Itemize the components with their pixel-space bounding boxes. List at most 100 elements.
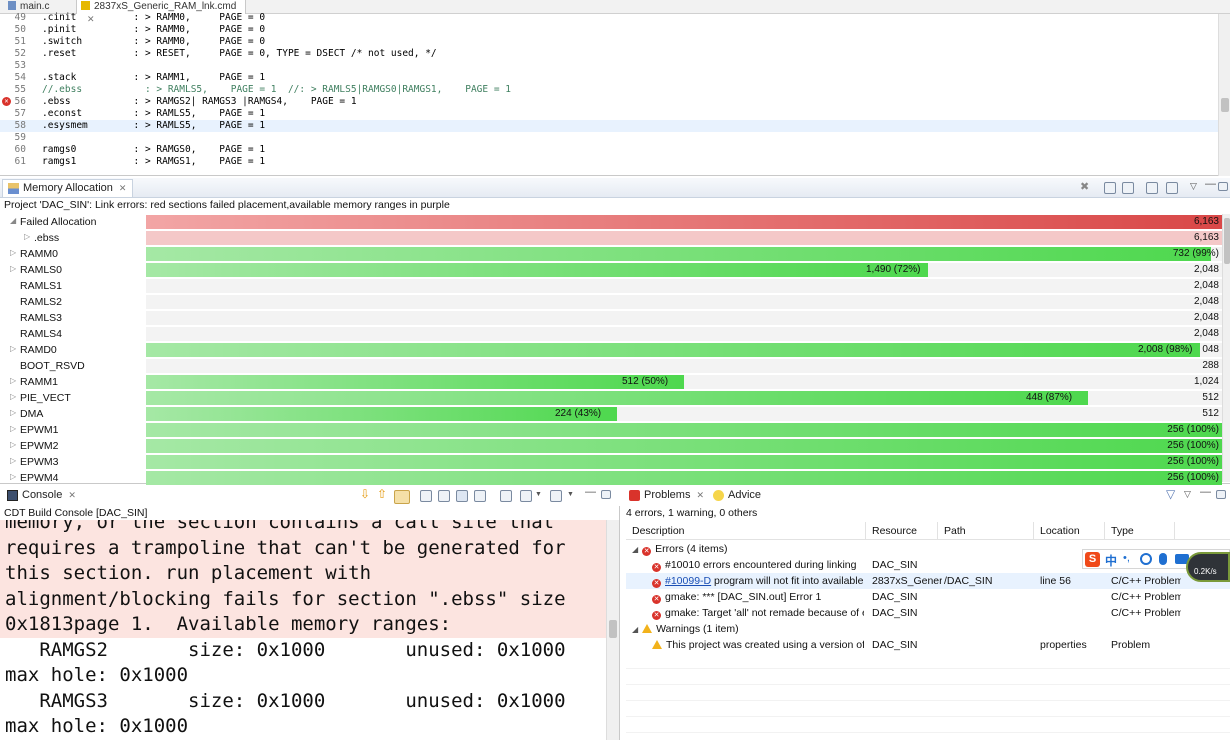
expand-arrow-icon[interactable]: ▷ <box>24 232 30 241</box>
minimize-icon[interactable]: — <box>585 486 597 498</box>
console-output[interactable]: memory, or the section contains a call s… <box>0 520 606 740</box>
memory-row[interactable]: RAMLS1 2,048 <box>0 278 1222 294</box>
column-header-description[interactable]: Description <box>626 522 866 540</box>
problem-row[interactable]: ✕ gmake: *** [DAC_SIN.out] Error 1 DAC_SIN… <box>626 589 1230 605</box>
memory-row[interactable]: BOOT_RSVD 288 <box>0 358 1222 374</box>
memory-row[interactable]: ▷ RAMM1 512 (50%) 1,024 <box>0 374 1222 390</box>
view-menu-icon[interactable]: ▽ <box>1190 181 1202 193</box>
console-scrollbar[interactable] <box>606 520 619 740</box>
expand-arrow-icon[interactable]: ▷ <box>10 392 16 401</box>
expand-arrow-icon[interactable]: ▷ <box>10 424 16 433</box>
expand-all-icon[interactable] <box>1104 182 1116 194</box>
memory-row[interactable]: RAMLS4 2,048 <box>0 326 1222 342</box>
memory-row[interactable]: ▷ EPWM1 256 (100%) <box>0 422 1222 438</box>
collapse-arrow-icon[interactable]: ◢ <box>632 625 638 634</box>
editor-scrollbar[interactable] <box>1218 14 1230 176</box>
tab-problems[interactable]: Problems ✕ <box>624 487 711 505</box>
voice-icon[interactable] <box>1159 553 1167 565</box>
word-wrap-icon[interactable] <box>474 490 486 502</box>
column-header-path[interactable]: Path <box>938 522 1034 540</box>
memory-row[interactable]: ▷ RAMM0 732 (99%) <box>0 246 1222 262</box>
problem-row[interactable]: ✕ #10099-D program will not fit into avai… <box>626 573 1230 589</box>
column-header-type[interactable]: Type <box>1105 522 1175 540</box>
expand-arrow-icon[interactable]: ▷ <box>10 408 16 417</box>
tab-console[interactable]: Console ✕ <box>2 487 82 505</box>
expand-arrow-icon[interactable]: ▷ <box>10 376 16 385</box>
scrollbar-thumb[interactable] <box>609 620 617 638</box>
problem-group[interactable]: ◢ Warnings (1 item) <box>626 621 1230 637</box>
close-icon[interactable]: ✕ <box>696 490 704 500</box>
column-header-location[interactable]: Location <box>1034 522 1105 540</box>
code-editor[interactable]: main.c 2837xS_Generic_RAM_lnk.cmd ✕ 49 .c… <box>0 0 1230 176</box>
chevron-down-icon[interactable]: ▼ <box>567 491 579 503</box>
code-line[interactable]: 61 ramgs1 : > RAMGS1, PAGE = 1 <box>0 156 1218 168</box>
filter-icon[interactable]: ▽ <box>1166 487 1178 501</box>
maximize-icon[interactable] <box>601 490 611 499</box>
code-line[interactable]: ✕ 56 .ebss : > RAMGS2| RAMGS3 |RAMGS4, PAG… <box>0 96 1218 108</box>
code-line[interactable]: 59 <box>0 132 1218 144</box>
memory-scrollbar[interactable] <box>1222 214 1230 482</box>
new-view-icon[interactable] <box>1146 182 1158 194</box>
code-line[interactable]: 55 //.ebss : > RAMLS5, PAGE = 1 //: > RAM… <box>0 84 1218 96</box>
memory-row[interactable]: ▷ RAMD0 2,008 (98%) 048 <box>0 342 1222 358</box>
expand-arrow-icon[interactable]: ▷ <box>10 440 16 449</box>
memory-row[interactable]: ▷ PIE_VECT 448 (87%) 512 <box>0 390 1222 406</box>
network-speed-widget[interactable]: 0.2K/s <box>1186 552 1230 582</box>
tab-advice[interactable]: Advice <box>708 487 767 505</box>
code-line[interactable]: 49 .cinit : > RAMM0, PAGE = 0 <box>0 12 1218 24</box>
code-line[interactable]: 57 .econst : > RAMLS5, PAGE = 1 <box>0 108 1218 120</box>
expand-arrow-icon[interactable]: ▷ <box>10 456 16 465</box>
collapse-all-icon[interactable] <box>1122 182 1134 194</box>
copy-build-log-icon[interactable] <box>420 490 432 502</box>
ime-mode-label[interactable]: 中 <box>1105 552 1117 569</box>
scroll-lock-icon[interactable] <box>456 490 468 502</box>
memory-row[interactable]: ▷ EPWM2 256 (100%) <box>0 438 1222 454</box>
memory-row[interactable]: ▷ .ebss 6,163 <box>0 230 1222 246</box>
code-line[interactable]: 51 .switch : > RAMM0, PAGE = 0 <box>0 36 1218 48</box>
tab-memory-allocation[interactable]: Memory Allocation ✕ <box>2 179 134 197</box>
memory-row[interactable]: ▷ DMA 224 (43%) 512 <box>0 406 1222 422</box>
chevron-down-icon[interactable]: ▼ <box>535 491 547 503</box>
memory-row[interactable]: ▷ EPWM3 256 (100%) <box>0 454 1222 470</box>
code-line[interactable]: 50 .pinit : > RAMM0, PAGE = 0 <box>0 24 1218 36</box>
view-menu-icon[interactable]: ▽ <box>1184 489 1196 501</box>
pin-console-icon[interactable] <box>500 490 512 502</box>
memory-row[interactable]: ▷ RAMLS0 1,490 (72%) 2,048 <box>0 262 1222 278</box>
problem-row[interactable]: This project was created using a version… <box>626 637 1230 653</box>
display-console-icon[interactable] <box>520 490 532 502</box>
expand-arrow-icon[interactable]: ▷ <box>10 344 16 353</box>
close-icon[interactable]: ✕ <box>119 183 127 193</box>
scrollbar-thumb[interactable] <box>1221 98 1229 112</box>
emoji-icon[interactable] <box>1140 553 1152 565</box>
code-line[interactable]: 58 .esysmem : > RAMLS5, PAGE = 1 <box>0 120 1218 132</box>
expand-arrow-icon[interactable]: ▷ <box>10 264 16 273</box>
code-line[interactable]: 60 ramgs0 : > RAMGS0, PAGE = 1 <box>0 144 1218 156</box>
problem-row[interactable]: ✕ gmake: Target 'all' not remade because … <box>626 605 1230 621</box>
clear-icon[interactable]: ✖ <box>1080 180 1092 193</box>
code-line[interactable]: 54 .stack : > RAMM1, PAGE = 1 <box>0 72 1218 84</box>
export-icon[interactable] <box>1166 182 1178 194</box>
open-console-icon[interactable] <box>550 490 562 502</box>
clear-console-icon[interactable] <box>438 490 450 502</box>
minimize-icon[interactable]: — <box>1200 486 1212 498</box>
maximize-icon[interactable] <box>1218 182 1228 191</box>
expand-arrow-icon[interactable]: ▷ <box>10 248 16 257</box>
expand-arrow-icon[interactable]: ◢ <box>10 216 16 225</box>
close-icon[interactable]: ✕ <box>68 490 76 500</box>
punctuation-icon[interactable]: •, <box>1123 552 1130 564</box>
next-error-icon[interactable]: ⇩ <box>360 487 372 501</box>
maximize-icon[interactable] <box>1216 490 1226 499</box>
code-line[interactable]: 53 <box>0 60 1218 72</box>
previous-error-icon[interactable]: ⇧ <box>377 487 389 501</box>
memory-row[interactable]: ▷ EPWM4 256 (100%) <box>0 470 1222 486</box>
scrollbar-thumb[interactable] <box>1224 218 1230 264</box>
code-line[interactable]: 52 .reset : > RESET, PAGE = 0, TYPE = DSE… <box>0 48 1218 60</box>
error-code-link[interactable]: #10099-D <box>665 575 711 587</box>
minimize-icon[interactable]: — <box>1205 178 1217 190</box>
collapse-arrow-icon[interactable]: ◢ <box>632 545 638 554</box>
show-console-icon[interactable] <box>394 490 410 504</box>
column-header-resource[interactable]: Resource <box>866 522 938 540</box>
expand-arrow-icon[interactable]: ▷ <box>10 472 16 481</box>
memory-row[interactable]: RAMLS3 2,048 <box>0 310 1222 326</box>
memory-row[interactable]: RAMLS2 2,048 <box>0 294 1222 310</box>
